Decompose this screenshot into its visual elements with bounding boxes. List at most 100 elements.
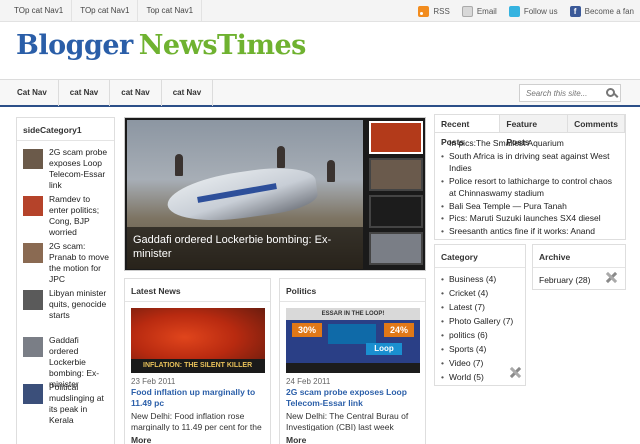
rss-label: RSS: [433, 6, 450, 16]
politics-image-right-pct: 24%: [384, 323, 414, 337]
featured-slider: Gaddafi ordered Lockerbie bombing: Ex-mi…: [124, 117, 426, 271]
side-category-item[interactable]: 2G scam probe exposes Loop Telecom-Essar…: [17, 141, 114, 190]
politics-image-left-pct: 30%: [292, 323, 322, 337]
twitter-icon: [508, 5, 520, 17]
side-category-box: sideCategory1 2G scam probe exposes Loop…: [16, 117, 115, 444]
facebook-icon: f: [569, 5, 581, 17]
politics-excerpt: New Delhi: The Central Burau of Investig…: [286, 411, 409, 431]
side-category-thumbnail[interactable]: [23, 149, 43, 169]
recent-post-link[interactable]: In pics:The Smallest Aquarium: [441, 137, 619, 150]
featured-caption[interactable]: Gaddafi ordered Lockerbie bombing: Ex-mi…: [127, 227, 363, 269]
featured-thumbnail[interactable]: [369, 121, 423, 154]
search-input[interactable]: [520, 85, 600, 101]
site-logo[interactable]: Blogger NewsTimes: [16, 30, 306, 70]
top-nav-item[interactable]: Top cat Nav1: [138, 0, 203, 22]
latest-news-box: Latest News INFLATION: THE SILENT KILLER…: [124, 278, 271, 444]
facebook-label: Become a fan: [584, 6, 634, 16]
side-category-thumbnail[interactable]: [23, 290, 43, 310]
category-link[interactable]: Photo Gallery (7): [441, 314, 519, 328]
email-link[interactable]: Email: [461, 5, 497, 17]
side-category-item-text[interactable]: 2G scam: Pranab to move the motion for J…: [49, 241, 110, 284]
category-link[interactable]: World (5): [441, 370, 519, 384]
recent-post-link[interactable]: Pics: Maruti Suzuki launches SX4 diesel: [441, 212, 619, 225]
side-category-item-text[interactable]: Libyan minister quits, genocide starts: [49, 288, 110, 329]
side-category-item[interactable]: Political mudslinging at its peak in Ker…: [17, 376, 114, 425]
tools-icon[interactable]: [605, 271, 618, 284]
recent-post-link[interactable]: Sreesanth antics fine if it works: Anand: [441, 225, 619, 238]
twitter-label: Follow us: [523, 6, 558, 16]
category-nav: Cat Nav cat Nav cat Nav cat Nav: [0, 79, 640, 107]
email-label: Email: [476, 6, 497, 16]
tab-feature-posts[interactable]: Feature Posts: [500, 115, 569, 147]
top-bar: TOp cat Nav1 TOp cat Nav1 Top cat Nav1 R…: [0, 0, 640, 22]
top-nav-item[interactable]: TOp cat Nav1: [6, 0, 73, 22]
category-box: Category Business (4)Cricket (4)Latest (…: [434, 244, 526, 386]
side-category-item-text[interactable]: Political mudslinging at its peak in Ker…: [49, 382, 110, 425]
politics-headline[interactable]: 2G scam probe exposes Loop Telecom-Essar…: [280, 387, 425, 409]
side-category-thumbnail[interactable]: [23, 337, 43, 357]
archive-title: Archive: [533, 245, 625, 268]
featured-thumbnail[interactable]: [369, 195, 423, 228]
cat-nav-item[interactable]: cat Nav: [59, 80, 111, 106]
side-category-item[interactable]: Gaddafi ordered Lockerbie bombing: Ex-mi…: [17, 329, 114, 389]
category-link[interactable]: Sports (4): [441, 342, 519, 356]
social-links: RSS Email Follow us f Become a fan: [406, 0, 634, 22]
politics-title: Politics: [280, 279, 425, 302]
top-nav-item[interactable]: TOp cat Nav1: [72, 0, 139, 22]
politics-image-logo: [328, 324, 376, 344]
side-category-thumbnail[interactable]: [23, 196, 43, 216]
featured-thumbnail[interactable]: [369, 158, 423, 191]
latest-news-image-band: INFLATION: THE SILENT KILLER: [131, 359, 265, 373]
politics-box: Politics ESSAR IN THE LOOP! 30% 24% Loop…: [279, 278, 426, 444]
latest-news-title: Latest News: [125, 279, 270, 302]
category-link[interactable]: Business (4): [441, 272, 519, 286]
tools-icon[interactable]: [509, 366, 522, 379]
search-icon[interactable]: [606, 88, 615, 97]
category-link[interactable]: Cricket (4): [441, 286, 519, 300]
facebook-link[interactable]: f Become a fan: [569, 5, 634, 17]
side-category-item[interactable]: Ramdev to enter politics; Cong, BJP worr…: [17, 188, 114, 237]
cat-nav-item[interactable]: Cat Nav: [6, 80, 59, 106]
side-category-item-text[interactable]: Gaddafi ordered Lockerbie bombing: Ex-mi…: [49, 335, 110, 389]
top-nav: TOp cat Nav1 TOp cat Nav1 Top cat Nav1: [6, 0, 203, 22]
featured-image-figure: [277, 146, 285, 168]
side-category-title: sideCategory1: [17, 118, 114, 141]
politics-image-band: [286, 363, 420, 373]
tab-recent-posts[interactable]: Recent Posts: [435, 115, 501, 147]
politics-image[interactable]: ESSAR IN THE LOOP! 30% 24% Loop: [286, 308, 420, 373]
side-category-item-text[interactable]: 2G scam probe exposes Loop Telecom-Essar…: [49, 147, 110, 190]
latest-news-more-link[interactable]: More: [125, 431, 270, 444]
cat-nav-item[interactable]: cat Nav: [110, 80, 162, 106]
side-category-item[interactable]: Libyan minister quits, genocide starts: [17, 282, 114, 329]
side-category-thumbnail[interactable]: [23, 243, 43, 263]
recent-post-link[interactable]: Police resort to lathicharge to control …: [441, 175, 619, 200]
twitter-link[interactable]: Follow us: [508, 5, 558, 17]
featured-image-figure: [327, 160, 335, 182]
logo-part-newstimes: NewsTimes: [138, 30, 307, 61]
tab-comments[interactable]: Comments: [568, 115, 625, 132]
tab-bar: Recent Posts Feature Posts Comments: [435, 115, 625, 147]
search-box: [519, 84, 621, 102]
cat-nav-item[interactable]: cat Nav: [162, 80, 214, 106]
category-link[interactable]: Video (7): [441, 356, 519, 370]
rss-link[interactable]: RSS: [418, 5, 450, 17]
side-category-item[interactable]: 2G scam: Pranab to move the motion for J…: [17, 235, 114, 284]
logo-part-blogger: Blogger: [16, 30, 133, 61]
latest-news-date: 23 Feb 2011: [131, 377, 176, 386]
latest-news-image[interactable]: INFLATION: THE SILENT KILLER: [131, 308, 265, 373]
category-link[interactable]: Latest (7): [441, 300, 519, 314]
featured-image-figure: [175, 154, 183, 176]
featured-main-image[interactable]: Gaddafi ordered Lockerbie bombing: Ex-mi…: [127, 120, 363, 269]
side-category-thumbnail[interactable]: [23, 384, 43, 404]
featured-thumbnail[interactable]: [369, 232, 423, 265]
recent-post-link[interactable]: South Africa is in driving seat against …: [441, 150, 619, 175]
latest-news-excerpt: New Delhi: Food inflation rose marginall…: [131, 411, 262, 431]
recent-post-link[interactable]: Bali Sea Temple — Pura Tanah: [441, 200, 619, 213]
category-title: Category: [435, 245, 525, 268]
posts-tab-box: Recent Posts Feature Posts Comments In p…: [434, 114, 626, 240]
politics-date: 24 Feb 2011: [286, 377, 331, 386]
latest-news-headline[interactable]: Food inflation up marginally to 11.49 pc: [125, 387, 270, 409]
side-category-item-text[interactable]: Ramdev to enter politics; Cong, BJP worr…: [49, 194, 110, 237]
politics-more-link[interactable]: More: [280, 431, 425, 444]
category-link[interactable]: politics (6): [441, 328, 519, 342]
